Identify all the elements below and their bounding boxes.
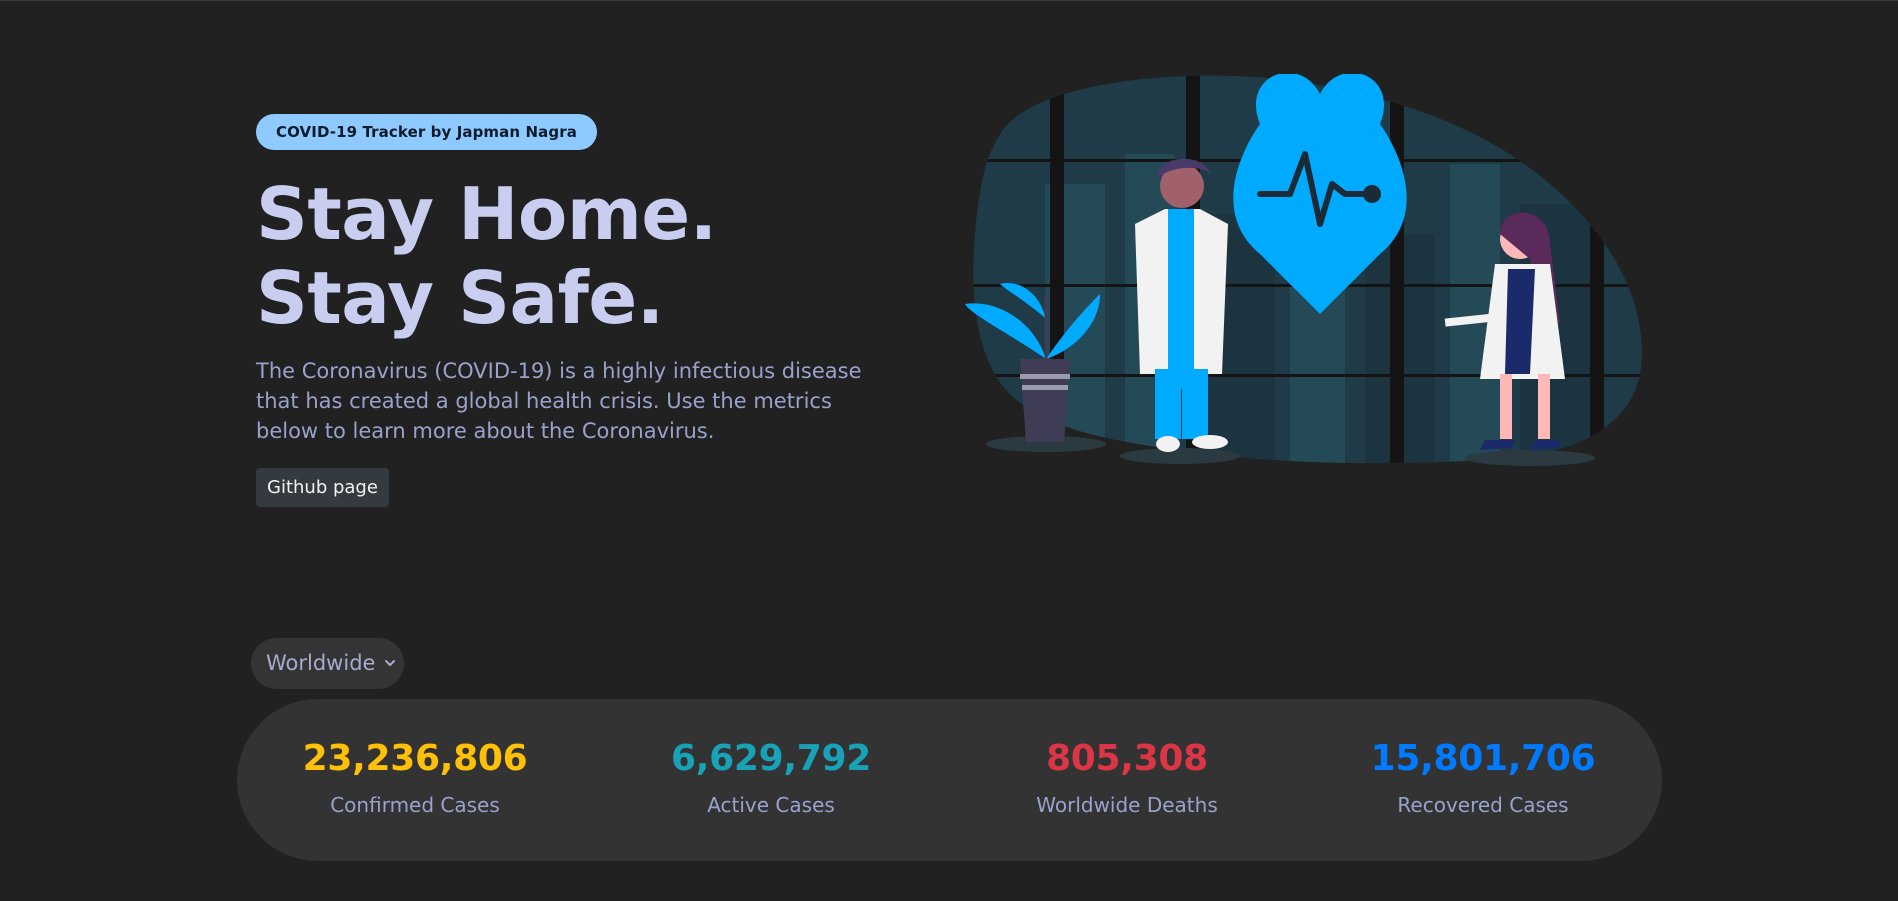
github-page-button[interactable]: Github page	[256, 468, 389, 507]
stat-deaths: 805,308 Worldwide Deaths	[977, 737, 1277, 817]
confirmed-label: Confirmed Cases	[330, 793, 500, 817]
stats-card: 23,236,806 Confirmed Cases 6,629,792 Act…	[237, 699, 1662, 861]
headline: Stay Home. Stay Safe.	[256, 172, 896, 340]
deaths-label: Worldwide Deaths	[1036, 793, 1218, 817]
country-select[interactable]: Worldwide	[251, 638, 404, 689]
tracker-badge: COVID-19 Tracker by Japman Nagra	[256, 114, 597, 150]
headline-line-2: Stay Safe.	[256, 256, 664, 340]
hero-description: The Coronavirus (COVID-19) is a highly i…	[256, 359, 862, 443]
recovered-value: 15,801,706	[1370, 738, 1596, 779]
top-border	[0, 0, 1898, 1]
hero-section: COVID-19 Tracker by Japman Nagra Stay Ho…	[256, 114, 896, 507]
confirmed-value: 23,236,806	[302, 738, 528, 779]
stat-active: 6,629,792 Active Cases	[621, 737, 921, 817]
recovered-label: Recovered Cases	[1397, 793, 1569, 817]
deaths-value: 805,308	[1046, 738, 1208, 779]
stat-recovered: 15,801,706 Recovered Cases	[1333, 737, 1633, 817]
active-value: 6,629,792	[671, 738, 871, 779]
active-label: Active Cases	[707, 793, 835, 817]
country-select-value: Worldwide	[266, 651, 376, 675]
headline-line-1: Stay Home.	[256, 172, 717, 256]
chevron-down-icon	[385, 660, 395, 666]
doctors-illustration	[965, 74, 1642, 466]
stat-confirmed: 23,236,806 Confirmed Cases	[265, 737, 565, 817]
